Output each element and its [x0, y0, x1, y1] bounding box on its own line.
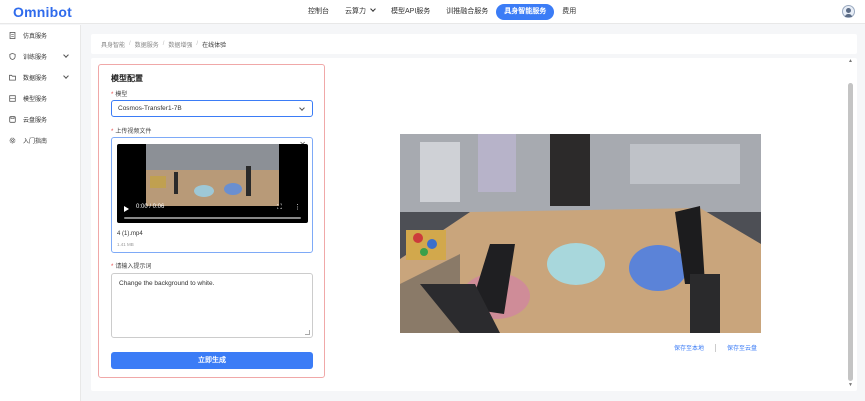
nav-billing[interactable]: 费用 — [554, 4, 584, 20]
config-title: 模型配置 — [111, 74, 143, 83]
prompt-text: Change the background to white. — [119, 280, 215, 287]
breadcrumb-current: 在线体验 — [202, 42, 227, 49]
breadcrumb-separator: / — [129, 41, 131, 47]
prompt-textarea[interactable]: Change the background to white. — [111, 273, 313, 338]
required-mark: * — [111, 129, 114, 135]
model-select-value: Cosmos-Transfer1-7B — [118, 105, 182, 112]
breadcrumb-item[interactable]: 具身智能 — [101, 40, 125, 49]
divider — [715, 343, 717, 352]
prompt-label: * 请输入提示词 — [111, 264, 152, 270]
file-size: 1.41 MB — [117, 242, 134, 247]
sidebar-item-label: 模型服务 — [23, 97, 48, 103]
model-label: * 模型 — [111, 92, 128, 98]
sidebar-item-training[interactable]: 训练服务 — [0, 46, 80, 67]
chevron-down-icon — [63, 73, 69, 79]
sidebar-item-label: 入门指南 — [23, 139, 48, 145]
generate-button[interactable]: 立即生成 — [111, 352, 313, 369]
file-name: 4 (1).mp4 — [117, 231, 143, 237]
chevron-down-icon — [63, 52, 69, 58]
sidebar-item-label: 数据服务 — [23, 76, 48, 82]
chevron-down-icon — [299, 105, 305, 111]
video-frame — [146, 144, 279, 206]
page-scrollbar[interactable] — [848, 83, 853, 381]
main-area: 具身智能 / 数据服务 / 数据增强 / 在线体验 模型配置 * 模型 Cosmo… — [91, 34, 857, 391]
disk-icon — [9, 116, 16, 123]
brand-logo[interactable]: Omnibot — [13, 4, 72, 20]
nav-cloud-compute[interactable]: 云算力 — [337, 4, 383, 20]
gear-icon — [9, 137, 16, 144]
sidebar-item-label: 仿真服务 — [23, 34, 48, 40]
result-actions: 保存至本地 保存至云盘 — [674, 343, 757, 352]
nav-model-api[interactable]: 模型API服务 — [383, 4, 438, 20]
sidebar-item-model[interactable]: 模型服务 — [0, 88, 80, 109]
fullscreen-icon[interactable]: ⛶ — [277, 204, 282, 212]
top-bar: Omnibot 控制台 云算力 模型API服务 训推融合服务 具身智能服务 费用 — [0, 0, 865, 24]
sidebar-item-data[interactable]: 数据服务 — [0, 67, 80, 88]
required-mark: * — [111, 92, 114, 98]
result-video-preview[interactable] — [400, 134, 761, 333]
video-progress-bar[interactable] — [124, 217, 301, 219]
shield-icon — [9, 53, 16, 60]
chevron-down-icon — [370, 6, 376, 12]
top-nav: 控制台 云算力 模型API服务 训推融合服务 具身智能服务 费用 — [300, 4, 584, 20]
breadcrumb-separator: / — [162, 41, 165, 47]
video-time: 0:00 / 0:06 — [136, 204, 165, 210]
user-avatar-icon[interactable] — [842, 5, 855, 18]
required-mark: * — [111, 264, 114, 270]
video-upload-box[interactable]: ✕ 0:00 / 0:06 ⛶ — [111, 137, 313, 253]
more-options-icon[interactable]: ⋮ — [294, 204, 301, 212]
breadcrumb-item[interactable]: 数据服务 — [135, 40, 159, 49]
breadcrumb-item[interactable]: 数据增强 — [168, 40, 192, 49]
resize-handle-icon[interactable] — [305, 330, 310, 335]
sidebar-item-label: 训练服务 — [23, 55, 48, 61]
sidebar: 仿真服务 训练服务 数据服务 模型服务 云盘服务 入门指南 — [0, 25, 81, 401]
layers-icon — [9, 95, 16, 102]
upload-label: * 上传视频文件 — [111, 129, 152, 135]
nav-train-infer[interactable]: 训推融合服务 — [438, 4, 496, 20]
model-select[interactable]: Cosmos-Transfer1-7B — [111, 100, 313, 117]
breadcrumb-separator: / — [196, 41, 199, 47]
save-local-button[interactable]: 保存至本地 — [674, 343, 704, 352]
video-controls: 0:00 / 0:06 ⛶ ⋮ — [117, 200, 308, 223]
nav-embodied-ai[interactable]: 具身智能服务 — [496, 4, 555, 20]
sidebar-item-cloud-disk[interactable]: 云盘服务 — [0, 109, 80, 130]
scroll-up-icon[interactable]: ▲ — [848, 58, 853, 64]
video-player[interactable]: 0:00 / 0:06 ⛶ ⋮ — [117, 144, 308, 223]
scroll-down-icon[interactable]: ▼ — [848, 382, 853, 388]
sidebar-item-simulation[interactable]: 仿真服务 — [0, 25, 80, 46]
document-icon — [9, 32, 16, 39]
folder-icon — [9, 74, 16, 81]
content-panel: 模型配置 *模型 Cosmos-Transfer1-7B *上传视频文件 ✕ — [91, 58, 857, 391]
nav-console[interactable]: 控制台 — [300, 4, 337, 20]
save-cloud-button[interactable]: 保存至云盘 — [727, 343, 757, 352]
breadcrumb: 具身智能 / 数据服务 / 数据增强 / 在线体验 — [91, 34, 857, 54]
model-config-panel: 模型配置 *模型 Cosmos-Transfer1-7B *上传视频文件 ✕ — [98, 64, 325, 378]
sidebar-item-label: 云盘服务 — [23, 118, 48, 124]
sidebar-item-getting-started[interactable]: 入门指南 — [0, 130, 80, 151]
play-icon[interactable] — [124, 206, 129, 212]
